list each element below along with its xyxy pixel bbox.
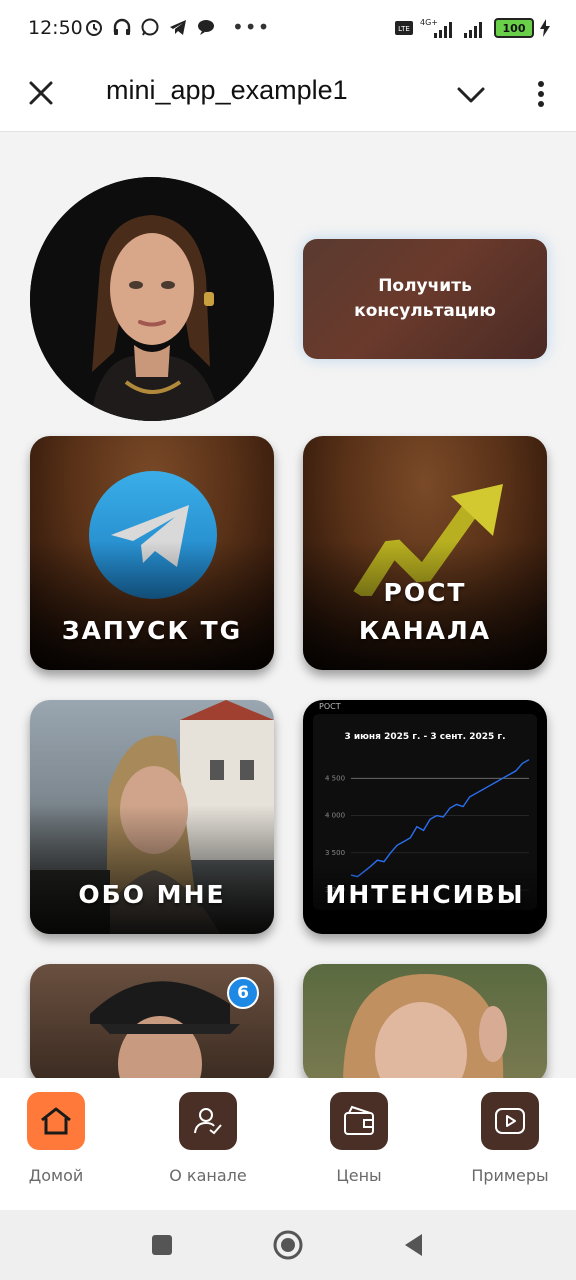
charging-icon <box>540 19 550 37</box>
app-header: mini_app_example1 <box>0 58 576 132</box>
chart-y-tick-label: 4 500 <box>325 774 345 782</box>
svg-text:4G+: 4G+ <box>420 18 438 27</box>
battery-icon: 100 <box>494 18 534 38</box>
nav-item-prices[interactable]: Цены <box>299 1092 419 1185</box>
nav-label: Домой <box>28 1166 84 1185</box>
consultation-button[interactable]: Получить консультацию <box>303 239 547 359</box>
avatar-portrait <box>30 177 274 421</box>
alarm-icon <box>86 20 102 36</box>
tile-label: КАНАЛА <box>358 616 492 645</box>
system-nav-bar <box>0 1210 576 1280</box>
close-icon[interactable] <box>26 78 56 108</box>
nav-label: Цены <box>336 1166 382 1185</box>
tile-about-me[interactable]: ОБО МНЕ <box>30 700 274 934</box>
whatsapp-icon <box>141 18 159 36</box>
nav-item-examples[interactable]: Примеры <box>450 1092 570 1185</box>
status-time: 12:50 <box>28 17 83 39</box>
chat-icon <box>198 20 214 35</box>
back-icon[interactable] <box>402 1232 424 1258</box>
volte-icon: LTE <box>395 21 413 35</box>
svg-text:LTE: LTE <box>398 25 410 33</box>
avatar <box>30 177 274 421</box>
tile-label: РОСТ <box>383 578 467 607</box>
chart-series-line <box>350 759 530 878</box>
status-notification-icons: ••• <box>84 15 270 39</box>
chevron-down-icon[interactable] <box>454 80 488 110</box>
tile-channel-growth[interactable]: РОСТ КАНАЛА <box>303 436 547 670</box>
chart-title: 3 июня 2025 г. - 3 сент. 2025 г. <box>344 732 506 742</box>
more-menu-icon[interactable] <box>530 76 552 112</box>
nav-item-about-channel[interactable]: О канале <box>148 1092 268 1185</box>
tile-launch-tg[interactable]: ЗАПУСК TG <box>30 436 274 670</box>
nav-label: О канале <box>169 1166 247 1185</box>
tile-intensives[interactable]: РОСТ 3 июня 2025 г. - 3 сент. 2025 г. 4 … <box>303 700 547 934</box>
home-icon <box>41 1107 71 1135</box>
chart-y-tick-label: 3 500 <box>325 849 345 857</box>
tile-label: ЗАПУСК TG <box>61 616 243 645</box>
chart-caption: РОСТ <box>319 702 341 711</box>
nav-item-home[interactable]: Домой <box>0 1092 116 1185</box>
video-play-icon <box>495 1108 525 1134</box>
tile-photo-portrait[interactable] <box>303 964 547 1084</box>
home-circle-icon[interactable] <box>272 1229 304 1261</box>
page-title: mini_app_example1 <box>106 75 348 105</box>
chart-y-tick-label: 4 000 <box>325 812 345 820</box>
signal-4g-icon: 4G+ <box>420 18 452 38</box>
status-bar: 12:50 ••• LTE 4G+ 100 <box>0 0 576 58</box>
signal-icon <box>464 22 482 38</box>
consultation-button-label: Получить консультацию <box>354 276 496 321</box>
tile-label: ИНТЕНСИВЫ <box>325 880 525 909</box>
notification-badge: 6 <box>227 977 259 1009</box>
wallet-icon <box>344 1105 374 1135</box>
status-system-icons: LTE 4G+ 100 <box>394 17 550 39</box>
telegram-icon <box>170 20 186 35</box>
recent-apps-icon[interactable] <box>151 1234 173 1256</box>
nav-label: Примеры <box>471 1166 549 1185</box>
portrait-woman-photo <box>343 974 507 1084</box>
more-notifications-icon: ••• <box>232 15 271 39</box>
bottom-nav: Домой О канале Цены Примеры <box>0 1078 576 1210</box>
headphones-icon <box>113 18 131 35</box>
tile-label: ОБО МНЕ <box>78 880 226 909</box>
user-check-icon <box>194 1108 222 1135</box>
